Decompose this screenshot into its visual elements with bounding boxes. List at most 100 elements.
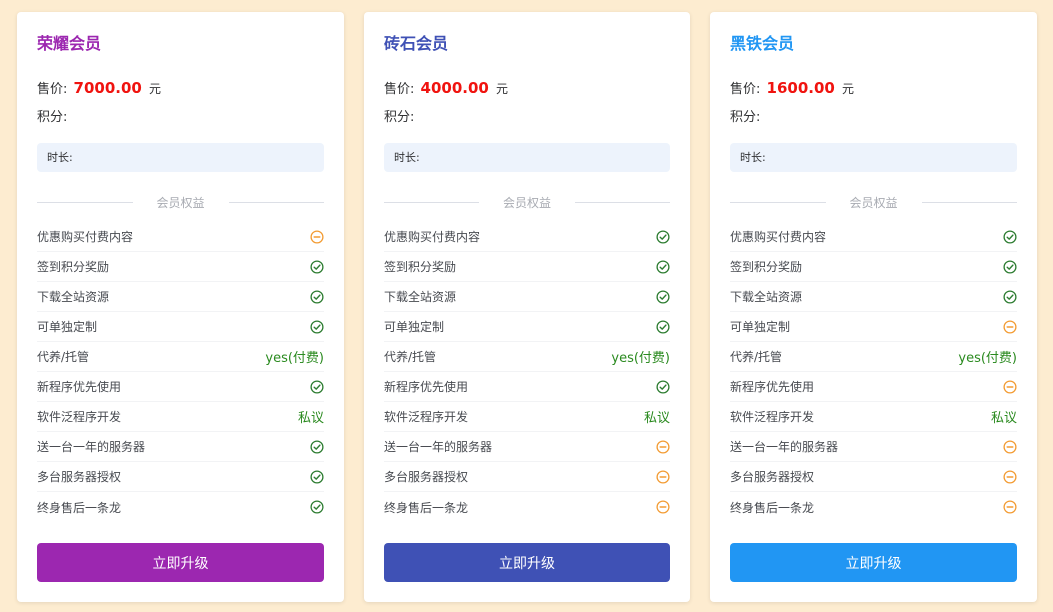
price-label: 售价:	[37, 82, 68, 97]
duration-box: 时长:	[730, 143, 1017, 172]
price-label: 售价:	[384, 82, 415, 97]
benefit-name: 送一台一年的服务器	[37, 440, 146, 454]
minus-icon	[656, 439, 670, 454]
benefit-name: 下载全站资源	[730, 290, 803, 304]
benefit-row: 可单独定制	[37, 312, 324, 342]
benefit-name: 签到积分奖励	[384, 260, 457, 274]
benefit-name: 终身售后一条龙	[384, 500, 469, 515]
benefit-name: 多台服务器授权	[37, 470, 122, 484]
points-label: 积分:	[730, 110, 761, 125]
upgrade-button[interactable]: 立即升级	[730, 543, 1017, 582]
price-label: 售价:	[730, 82, 761, 97]
benefit-name: 软件泛程序开发	[384, 410, 469, 424]
minus-icon	[1003, 379, 1017, 394]
benefit-row: 可单独定制	[384, 312, 670, 342]
divider-line	[730, 201, 826, 203]
price-unit: 元	[842, 82, 855, 96]
benefit-row: 送一台一年的服务器	[37, 432, 324, 462]
benefit-row: 代养/托管 yes(付费)	[730, 342, 1017, 372]
benefit-row: 终身售后一条龙	[37, 492, 324, 522]
check-icon	[310, 500, 324, 514]
card-title: 黑铁会员	[730, 34, 795, 53]
benefit-name: 下载全站资源	[37, 290, 110, 304]
duration-label: 时长:	[47, 151, 73, 164]
benefit-row: 代养/托管 yes(付费)	[384, 342, 670, 372]
benefit-row: 终身售后一条龙	[384, 492, 670, 522]
benefit-row: 签到积分奖励	[384, 252, 670, 282]
benefit-name: 多台服务器授权	[384, 470, 469, 484]
price-value: 4000.00	[420, 79, 489, 97]
benefit-name: 可单独定制	[730, 320, 791, 334]
benefit-name: 代养/托管	[37, 350, 90, 364]
benefit-row: 软件泛程序开发 私议	[37, 402, 324, 432]
membership-card: 黑铁会员 售价: 1600.00 元 积分: 时长: 会员权益 优惠购买付费内容…	[710, 12, 1037, 602]
benefit-row: 新程序优先使用	[730, 372, 1017, 402]
points-label: 积分:	[384, 110, 415, 125]
check-icon	[1003, 229, 1017, 244]
benefits-divider: 会员权益	[730, 194, 1018, 210]
divider-text: 会员权益	[156, 195, 205, 210]
check-icon	[1003, 259, 1017, 274]
benefits-list: 优惠购买付费内容 签到积分奖励 下载全站资源 可单独定制 代养/托管 yes(付费) 新程序…	[37, 222, 324, 522]
duration-box: 时长:	[384, 143, 670, 172]
check-icon	[656, 289, 670, 304]
check-icon	[1003, 289, 1017, 304]
benefit-name: 代养/托管	[730, 350, 783, 364]
benefit-name: 可单独定制	[37, 320, 98, 334]
benefit-row: 下载全站资源	[384, 282, 670, 312]
minus-icon	[656, 469, 670, 484]
divider-line	[575, 201, 671, 203]
benefit-value: 私议	[990, 411, 1017, 426]
benefit-row: 送一台一年的服务器	[384, 432, 670, 462]
membership-card: 荣耀会员 售价: 7000.00 元 积分: 时长: 会员权益 优惠购买付费内容…	[17, 12, 344, 602]
benefit-row: 可单独定制	[730, 312, 1017, 342]
check-icon	[310, 469, 324, 484]
upgrade-button[interactable]: 立即升级	[37, 543, 324, 582]
benefit-row: 终身售后一条龙	[730, 492, 1017, 522]
benefit-name: 可单独定制	[384, 320, 445, 334]
benefit-name: 下载全站资源	[384, 290, 457, 304]
check-icon	[310, 319, 324, 334]
benefit-row: 多台服务器授权	[37, 462, 324, 492]
card-title: 荣耀会员	[37, 34, 102, 53]
divider-line	[921, 201, 1018, 203]
benefits-divider: 会员权益	[384, 194, 671, 210]
minus-icon	[656, 500, 670, 514]
benefits-divider: 会员权益	[37, 194, 325, 210]
minus-icon	[1003, 500, 1017, 514]
membership-card: 砖石会员 售价: 4000.00 元 积分: 时长: 会员权益 优惠购买付费内容…	[364, 12, 690, 602]
benefit-row: 优惠购买付费内容	[730, 222, 1017, 252]
benefit-row: 下载全站资源	[730, 282, 1017, 312]
divider-line	[228, 201, 325, 203]
price-unit: 元	[496, 82, 509, 96]
benefit-row: 软件泛程序开发 私议	[730, 402, 1017, 432]
benefit-row: 代养/托管 yes(付费)	[37, 342, 324, 372]
duration-label: 时长:	[394, 151, 420, 164]
benefit-value: yes(付费)	[611, 351, 670, 366]
benefits-list: 优惠购买付费内容签到积分奖励 下载全站资源 可单独定制代养/托管 yes(付费) 新程序…	[730, 222, 1017, 522]
points-row: 积分:	[384, 108, 414, 128]
benefit-row: 签到积分奖励	[730, 252, 1017, 282]
membership-cards: 荣耀会员 售价: 7000.00 元 积分: 时长: 会员权益 优惠购买付费内容…	[0, 0, 1053, 612]
check-icon	[656, 259, 670, 274]
benefit-value: 私议	[297, 411, 324, 426]
benefit-name: 多台服务器授权	[730, 470, 815, 484]
minus-icon	[1003, 319, 1017, 334]
price-row: 售价: 7000.00 元	[37, 78, 161, 100]
price-unit: 元	[149, 82, 162, 96]
check-icon	[656, 379, 670, 394]
check-icon	[310, 439, 324, 454]
check-icon	[656, 319, 670, 334]
duration-box: 时长:	[37, 143, 324, 172]
upgrade-button[interactable]: 立即升级	[384, 543, 670, 582]
points-row: 积分:	[37, 108, 67, 128]
check-icon	[656, 229, 670, 244]
benefit-name: 签到积分奖励	[37, 260, 110, 274]
divider-line	[37, 201, 133, 203]
benefit-row: 签到积分奖励	[37, 252, 324, 282]
benefit-row: 优惠购买付费内容	[37, 222, 324, 252]
price-row: 售价: 1600.00 元	[730, 78, 854, 100]
points-label: 积分:	[37, 110, 68, 125]
benefit-name: 签到积分奖励	[730, 260, 803, 274]
benefit-name: 送一台一年的服务器	[384, 440, 493, 454]
